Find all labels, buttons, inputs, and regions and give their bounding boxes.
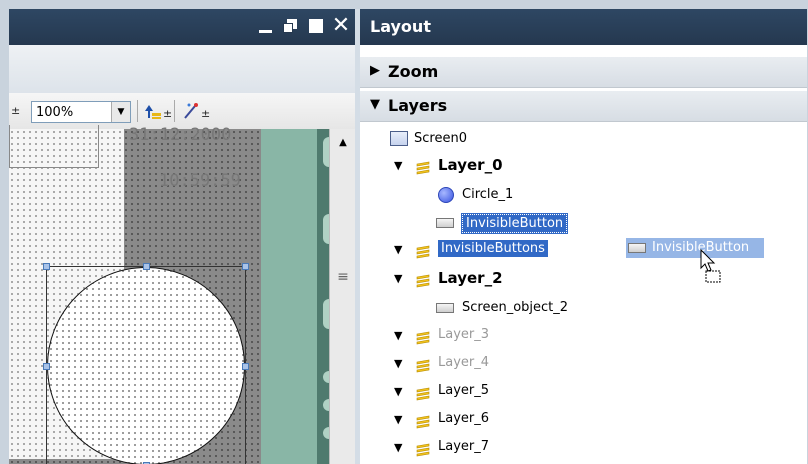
svg-text:±: ± bbox=[201, 107, 210, 120]
collapse-arrow-icon[interactable]: ▼ bbox=[370, 97, 380, 112]
tree-item-invisible-button[interactable]: InvisibleButton bbox=[436, 213, 636, 235]
expand-arrow-icon[interactable]: ▼ bbox=[394, 441, 402, 454]
tree-item-invisible-buttons[interactable]: ▼ InvisibleButtons bbox=[394, 240, 614, 262]
tree-item-layer-2[interactable]: ▼ Layer_2 bbox=[394, 269, 594, 291]
maximize-icon[interactable] bbox=[306, 15, 326, 37]
button-icon bbox=[628, 243, 646, 253]
tree-item-layer-7[interactable]: ▼ Layer_7 bbox=[394, 438, 594, 460]
tree-item-layer-5[interactable]: ▼ Layer_5 bbox=[394, 382, 594, 404]
toolbar-dropdown-arrow-icon[interactable]: ± bbox=[11, 104, 20, 117]
expand-arrow-icon[interactable]: ▼ bbox=[394, 272, 402, 285]
scroll-up-arrow-icon[interactable]: ▲ bbox=[334, 137, 352, 153]
zoom-section-header[interactable]: ▶ Zoom bbox=[360, 57, 807, 88]
button-icon bbox=[436, 303, 454, 313]
teal-panel-edge bbox=[317, 129, 329, 464]
layer-icon bbox=[416, 274, 430, 288]
tree-item-label: Layer_2 bbox=[438, 269, 503, 287]
expand-arrow-icon[interactable]: ▶ bbox=[370, 63, 380, 78]
tree-item-circle-1[interactable]: Circle_1 bbox=[436, 185, 636, 207]
resize-handle[interactable] bbox=[143, 263, 150, 270]
layer-icon bbox=[416, 245, 430, 259]
editor-tab-bar bbox=[9, 45, 355, 94]
drag-ghost: InvisibleButton bbox=[626, 238, 764, 258]
expand-arrow-icon[interactable]: ▼ bbox=[394, 159, 402, 172]
resize-handle[interactable] bbox=[43, 263, 50, 270]
button-icon bbox=[436, 218, 454, 228]
toolbar-separator bbox=[174, 100, 175, 122]
time-field[interactable]: 10:59:59 bbox=[159, 171, 241, 191]
tree-item-label: Layer_7 bbox=[438, 439, 490, 454]
wizard-wand-icon[interactable]: ± bbox=[181, 101, 210, 121]
zoom-select[interactable]: 100% ▼ bbox=[31, 101, 131, 123]
toolbar-separator bbox=[137, 100, 138, 122]
resize-handle[interactable] bbox=[242, 263, 249, 270]
resize-handle[interactable] bbox=[43, 363, 50, 370]
expand-arrow-icon[interactable]: ▼ bbox=[394, 243, 402, 256]
layer-icon bbox=[416, 387, 430, 401]
panel-title: Layout bbox=[370, 17, 431, 36]
text-field-frame[interactable] bbox=[9, 125, 99, 168]
tree-item-label: InvisibleButtons bbox=[438, 240, 548, 257]
scroll-grip-icon[interactable]: ≡ bbox=[334, 269, 352, 289]
drag-cursor-icon bbox=[700, 249, 721, 283]
close-icon[interactable]: ✕ bbox=[331, 15, 351, 37]
tree-item-screen-object-2[interactable]: Screen_object_2 bbox=[436, 298, 656, 320]
layer-icon bbox=[416, 331, 430, 345]
tree-item-layer-0[interactable]: ▼ Layer_0 bbox=[394, 156, 594, 178]
tree-item-label: Screen0 bbox=[414, 131, 467, 146]
minimize-icon[interactable] bbox=[256, 15, 276, 37]
tree-item-layer-4[interactable]: ▼ Layer_4 bbox=[394, 354, 594, 376]
tree-item-label: Layer_3 bbox=[438, 327, 490, 342]
window-frame-top bbox=[0, 0, 808, 9]
tree-item-layer-3[interactable]: ▼ Layer_3 bbox=[394, 326, 594, 348]
circle-icon bbox=[438, 187, 454, 203]
date-field[interactable]: 31:12:2000 bbox=[129, 125, 231, 145]
layout-panel-header: Layout bbox=[360, 9, 807, 45]
tree-item-label: InvisibleButton bbox=[460, 213, 569, 234]
layers-section-label: Layers bbox=[388, 96, 448, 115]
tree-item-label: Circle_1 bbox=[462, 187, 514, 202]
tree-item-label: Screen_object_2 bbox=[462, 300, 569, 315]
svg-text:±: ± bbox=[163, 107, 171, 120]
restore-icon[interactable] bbox=[281, 15, 301, 37]
chevron-down-icon[interactable]: ▼ bbox=[111, 102, 130, 122]
layer-order-icon[interactable]: ± bbox=[143, 101, 172, 121]
expand-arrow-icon[interactable]: ▼ bbox=[394, 357, 402, 370]
tree-item-label: Layer_4 bbox=[438, 355, 490, 370]
zoom-section-label: Zoom bbox=[388, 62, 439, 81]
vertical-scrollbar[interactable]: ▲ ≡ bbox=[329, 129, 355, 464]
tree-item-label: Layer_5 bbox=[438, 383, 490, 398]
circle-object-selection[interactable] bbox=[43, 263, 249, 464]
layer-icon bbox=[416, 443, 430, 457]
resize-handle[interactable] bbox=[242, 363, 249, 370]
tree-item-layer-6[interactable]: ▼ Layer_6 bbox=[394, 410, 594, 432]
teal-panel[interactable] bbox=[261, 129, 335, 464]
window-frame-left bbox=[0, 0, 9, 464]
layout-panel: Layout ▶ Zoom ▼ Layers Screen0 ▼ Layer_0… bbox=[360, 9, 807, 464]
layer-icon bbox=[416, 415, 430, 429]
layers-section-header[interactable]: ▼ Layers bbox=[360, 91, 807, 122]
expand-arrow-icon[interactable]: ▼ bbox=[394, 385, 402, 398]
tree-item-screen0[interactable]: Screen0 bbox=[390, 129, 590, 151]
editor-titlebar: ✕ bbox=[9, 9, 355, 45]
tree-item-label: Layer_0 bbox=[438, 156, 503, 174]
layer-icon bbox=[416, 359, 430, 373]
expand-arrow-icon[interactable]: ▼ bbox=[394, 413, 402, 426]
screen-editor: ✕ ± 100% ▼ ± ± 31:12:2000 10:59:59 ▲ ≡ bbox=[9, 9, 355, 464]
expand-arrow-icon[interactable]: ▼ bbox=[394, 329, 402, 342]
circle-object[interactable] bbox=[47, 267, 245, 464]
layer-icon bbox=[416, 161, 430, 175]
screen-icon bbox=[390, 131, 408, 146]
zoom-value: 100% bbox=[36, 105, 74, 120]
tree-item-label: Layer_6 bbox=[438, 411, 490, 426]
design-canvas[interactable]: 31:12:2000 10:59:59 bbox=[9, 125, 335, 464]
